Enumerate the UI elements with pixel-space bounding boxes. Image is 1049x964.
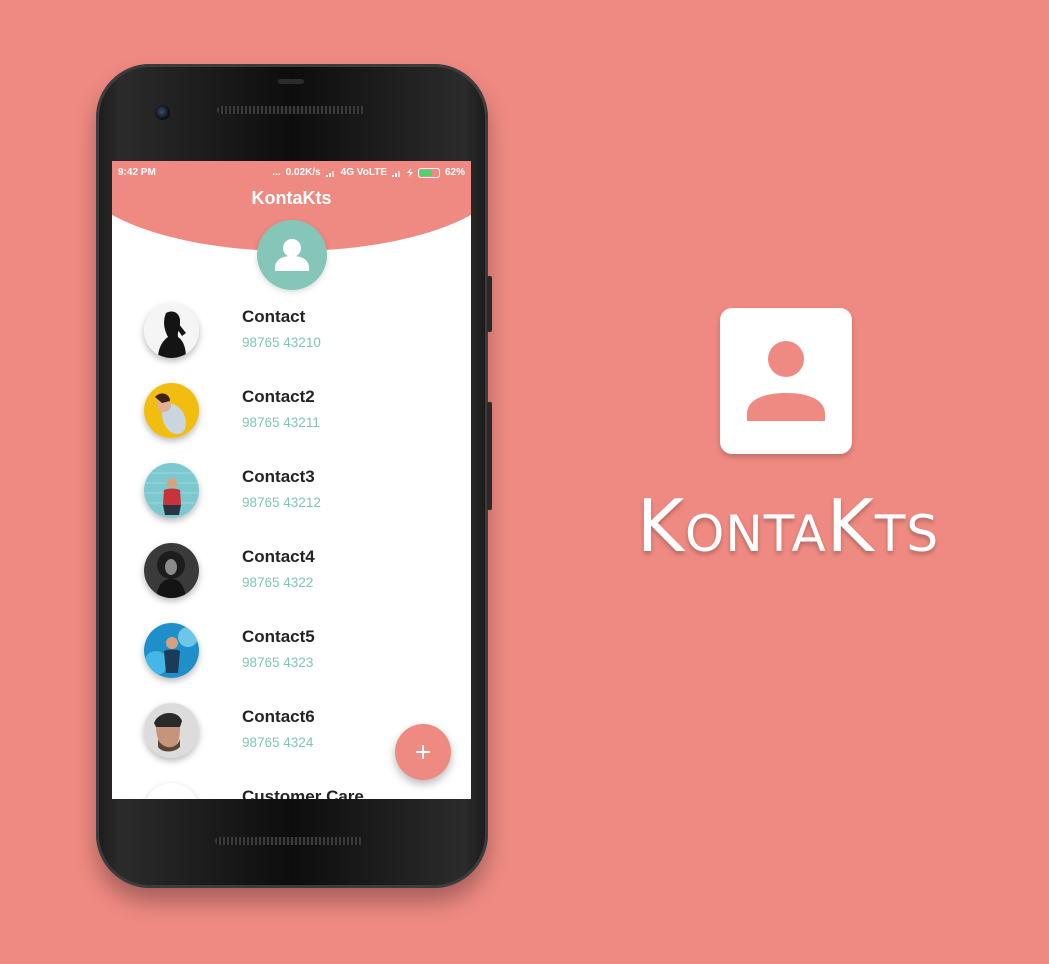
person-icon[interactable]: [257, 220, 327, 290]
charging-icon: [406, 168, 413, 177]
status-indicators: ... 0.02K/s 4G VoLTE 62%: [272, 167, 465, 178]
battery-icon: [417, 167, 440, 178]
list-item[interactable]: Contact4 98765 4322: [112, 537, 471, 617]
contact-number: 98765 4323: [242, 655, 314, 670]
list-item[interactable]: Contact 98765 43210: [112, 297, 471, 377]
volume-button: [487, 276, 492, 332]
avatar: [144, 303, 199, 358]
power-button: [487, 402, 492, 510]
phone-frame: 9:42 PM ... 0.02K/s 4G VoLTE 62% KontaKt…: [96, 64, 492, 888]
network-type: 4G VoLTE: [340, 167, 387, 178]
contact-name: Contact4: [242, 547, 315, 566]
avatar: [144, 543, 199, 598]
phone-screen: 9:42 PM ... 0.02K/s 4G VoLTE 62% KontaKt…: [112, 161, 471, 799]
earpiece-speaker: [217, 106, 365, 114]
contact-number: 98765 43210: [242, 335, 321, 350]
status-bar: 9:42 PM ... 0.02K/s 4G VoLTE 62%: [112, 161, 471, 183]
avatar: [144, 383, 199, 438]
list-item[interactable]: Contact3 98765 43212: [112, 457, 471, 537]
plus-icon: [416, 745, 430, 759]
contact-name: Contact: [242, 307, 306, 326]
list-item[interactable]: Contact2 98765 43211: [112, 377, 471, 457]
avatar: [144, 703, 199, 758]
contact-name: Contact3: [242, 467, 315, 486]
signal-icon: [391, 170, 400, 177]
contact-number: 98765 43212: [242, 495, 321, 510]
front-camera: [155, 105, 170, 120]
contact-number: 98765 4324: [242, 735, 314, 750]
contact-name: Contact2: [242, 387, 315, 406]
avatar: [144, 783, 199, 799]
signal-icon: [325, 170, 334, 177]
bottom-speaker: [215, 837, 363, 845]
brand-name: KontaKts: [636, 484, 940, 568]
contact-name: Contact6: [242, 707, 315, 726]
app-title: KontaKts: [251, 188, 332, 208]
contact-name: Customer Care: [242, 787, 364, 799]
contact-card-icon: [720, 308, 852, 454]
contact-number: 98765 43211: [242, 415, 320, 430]
add-contact-button[interactable]: [395, 724, 451, 780]
list-item[interactable]: Contact5 98765 4323: [112, 617, 471, 697]
battery-fill: [419, 169, 433, 176]
network-speed: 0.02K/s: [285, 167, 321, 178]
avatar: [144, 463, 199, 518]
notification-dots: ...: [272, 167, 281, 178]
avatar: [144, 623, 199, 678]
contact-name: Contact5: [242, 627, 315, 646]
proximity-sensor: [278, 79, 304, 84]
battery-percent: 62%: [444, 167, 465, 178]
status-time: 9:42 PM: [118, 167, 156, 178]
contact-number: 98765 4322: [242, 575, 314, 590]
list-item[interactable]: Customer Care: [112, 777, 471, 799]
